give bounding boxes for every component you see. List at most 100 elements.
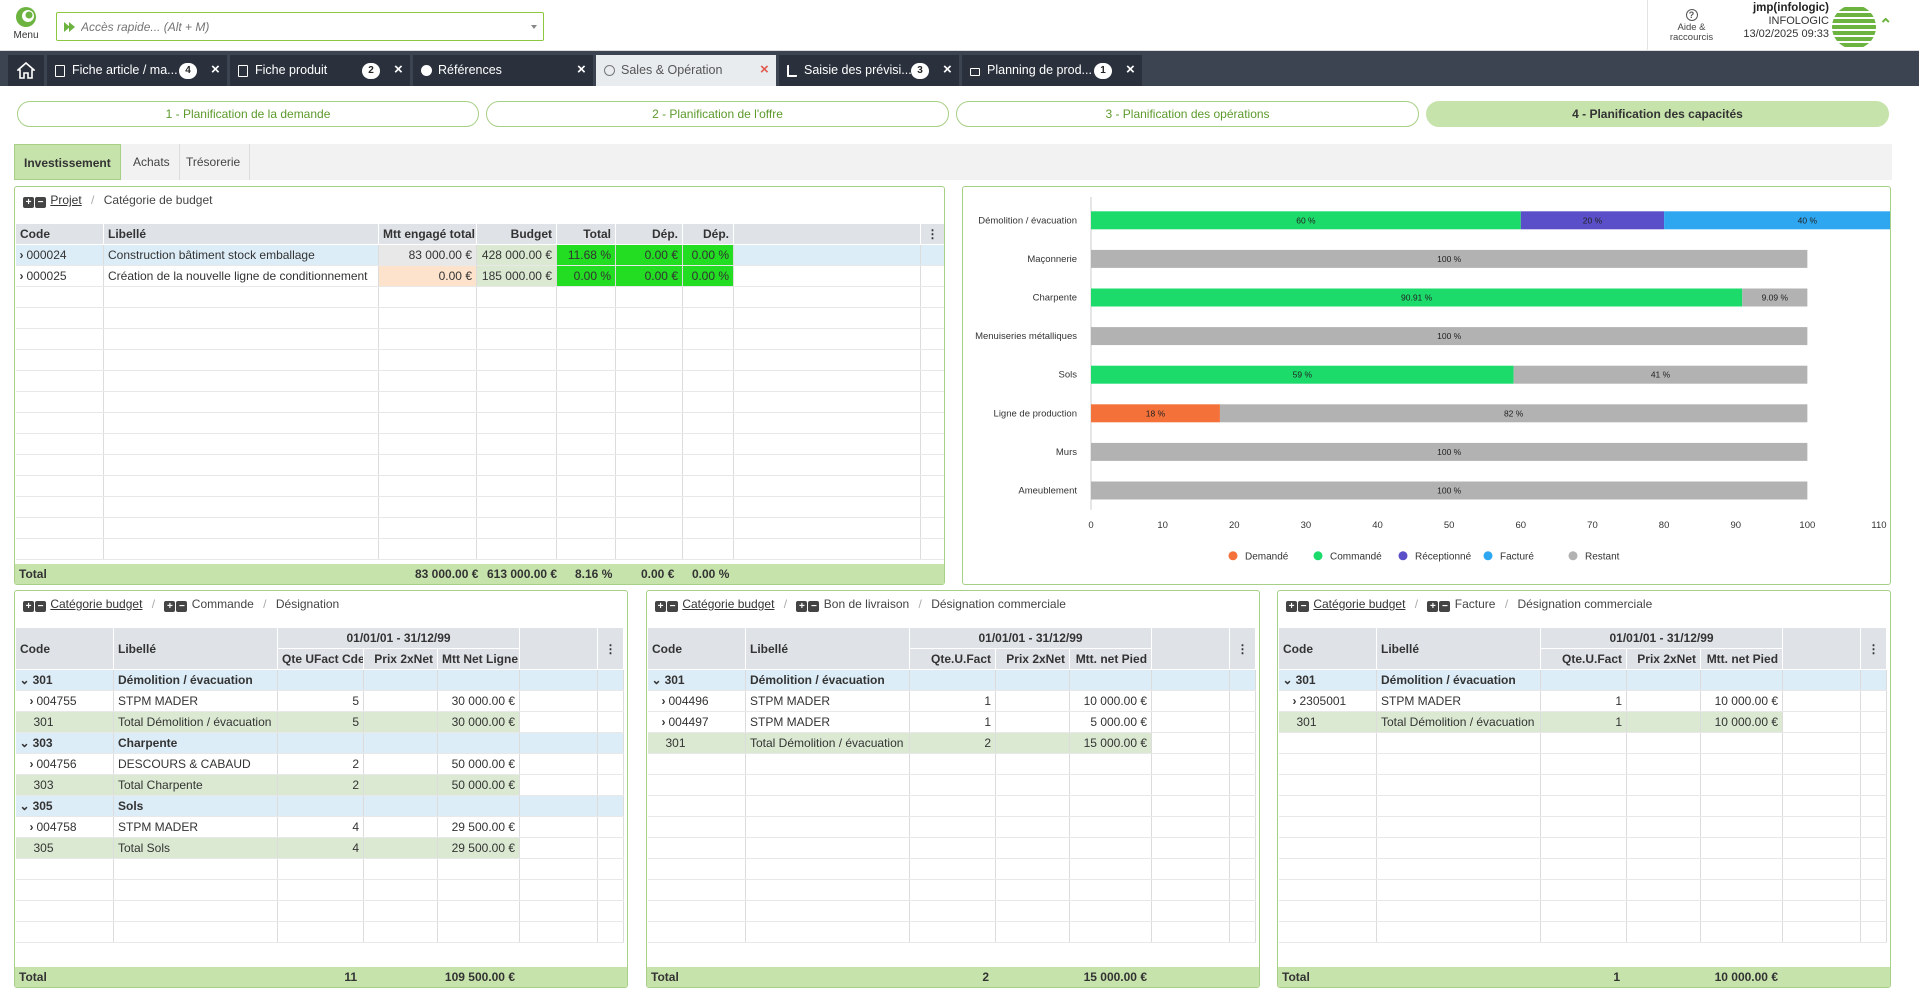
chevron-down-icon[interactable]: ⌄ [652,673,662,687]
col-code[interactable]: Code [15,627,114,670]
table-row[interactable]: › 004756 DESCOURS & CABAUD 2 50 000.00 € [15,753,625,775]
collapse-all-icon[interactable]: − [35,197,46,208]
table-row[interactable]: › 2305001 STPM MADER 1 10 000.00 € [1278,690,1888,712]
group-row[interactable]: ⌄ 301 Démolition / évacuation [1278,669,1888,691]
col-amount[interactable]: Mtt. net Pied [1068,648,1153,670]
chevron-down-icon[interactable]: ⌄ [20,799,30,813]
column-menu-icon[interactable]: ⋮ [1860,627,1888,670]
step-capacity-planning[interactable]: 4 - Planification des capacités [1426,101,1889,127]
expand-all-icon[interactable]: + [655,601,666,612]
col-label[interactable]: Libellé [745,627,910,670]
chevron-right-icon[interactable]: › [20,269,24,283]
crumb-designation[interactable]: Désignation commerciale [1518,597,1653,611]
row-code[interactable]: › 004756 [15,753,114,775]
col-label[interactable]: Libellé [1376,627,1541,670]
crumb-budget-category[interactable]: Catégorie budget [1313,597,1405,611]
col-price[interactable]: Prix 2xNet [363,648,438,670]
menu-button[interactable]: Menu [8,6,44,46]
close-icon[interactable]: × [943,61,952,78]
table-row[interactable]: › 004497 STPM MADER 1 5 000.00 € [647,711,1257,733]
row-code[interactable]: › 2305001 [1278,690,1377,712]
col-label[interactable]: Libellé [103,223,379,245]
tab-references[interactable]: Références × [413,55,593,86]
user-info[interactable]: jmp(infologic) INFOLOGIC 13/02/2025 09:3… [1737,2,1829,41]
chevron-right-icon[interactable]: › [662,694,666,708]
row-code[interactable]: › 000025 [15,265,104,287]
col-code[interactable]: Code [1278,627,1377,670]
col-dep-amount[interactable]: Dép. [615,223,683,245]
close-icon[interactable]: × [394,61,403,78]
step-operations-planning[interactable]: 3 - Planification des opérations [956,101,1419,127]
table-row[interactable]: › 004758 STPM MADER 4 29 500.00 € [15,816,625,838]
chevron-right-icon[interactable]: › [662,715,666,729]
col-price[interactable]: Prix 2xNet [1626,648,1701,670]
col-dep-pct[interactable]: Dép. [682,223,734,245]
quick-access-field[interactable] [56,12,544,41]
home-tab[interactable] [8,55,44,86]
close-icon[interactable]: × [577,61,586,78]
chevron-down-icon[interactable]: ⌄ [1283,673,1293,687]
step-demand-planning[interactable]: 1 - Planification de la demande [17,101,479,127]
tab-fiche-article[interactable]: Fiche article / ma... 4 × [47,55,227,86]
col-total[interactable]: Total [556,223,616,245]
group-code[interactable]: ⌄ 305 [15,795,114,817]
quick-access-input[interactable] [81,17,501,37]
row-code[interactable]: › 004758 [15,816,114,838]
expand-all-icon[interactable]: + [23,601,34,612]
expand-all-icon[interactable]: + [1427,601,1439,612]
group-code[interactable]: ⌄ 301 [1278,669,1377,691]
crumb-budget-category[interactable]: Catégorie budget [682,597,774,611]
crumb-designation[interactable]: Désignation [276,597,339,611]
column-menu-icon[interactable]: ⋮ [920,223,944,245]
close-icon[interactable]: × [1126,61,1135,78]
row-code[interactable]: › 000024 [15,244,104,266]
collapse-all-icon[interactable]: − [667,601,678,612]
subtab-tresorerie[interactable]: Trésorerie [177,144,251,180]
help-shortcuts-button[interactable]: ? Aide & raccourcis [1647,0,1735,51]
chevron-right-icon[interactable]: › [30,757,34,771]
group-row[interactable]: ⌄ 301 Démolition / évacuation [647,669,1257,691]
col-qty[interactable]: Qte.U.Fact [909,648,996,670]
tab-planning-production[interactable]: Planning de prod... 1 × [962,55,1142,86]
crumb-budget-category[interactable]: Catégorie de budget [104,193,213,207]
subtab-achats[interactable]: Achats [124,144,180,180]
expand-all-icon[interactable]: + [23,197,34,208]
chevron-right-icon[interactable]: › [30,694,34,708]
row-code[interactable]: › 004496 [647,690,746,712]
expand-all-icon[interactable]: + [796,601,808,612]
close-icon[interactable]: × [211,61,220,78]
crumb-order[interactable]: Commande [192,597,254,611]
dropdown-caret-icon[interactable] [531,25,537,29]
chevron-right-icon[interactable]: › [1293,694,1297,708]
crumb-invoice[interactable]: Facture [1455,597,1496,611]
group-code[interactable]: ⌄ 303 [15,732,114,754]
collapse-all-icon[interactable]: − [35,601,46,612]
row-code[interactable]: › 004497 [647,711,746,733]
col-qty[interactable]: Qte.U.Fact [1540,648,1627,670]
col-label[interactable]: Libellé [113,627,278,670]
col-qty[interactable]: Qte UFact Cde [277,648,364,670]
col-engaged-total[interactable]: Mtt engagé total [378,223,477,245]
table-row[interactable]: › 004755 STPM MADER 5 30 000.00 € [15,690,625,712]
col-amount[interactable]: Mtt Net Ligne [436,648,521,670]
group-row[interactable]: ⌄ 301 Démolition / évacuation [15,669,625,691]
crumb-project[interactable]: Projet [50,193,81,207]
group-row[interactable]: ⌄ 305 Sols [15,795,625,817]
col-price[interactable]: Prix 2xNet [995,648,1070,670]
subtab-investissement[interactable]: Investissement [14,144,121,180]
chevron-right-icon[interactable]: › [20,248,24,262]
group-code[interactable]: ⌄ 301 [647,669,746,691]
step-supply-planning[interactable]: 2 - Planification de l'offre [486,101,949,127]
collapse-all-icon[interactable]: − [1298,601,1309,612]
group-row[interactable]: ⌄ 303 Charpente [15,732,625,754]
tab-sales-operation[interactable]: Sales & Opération × [596,55,776,86]
column-menu-icon[interactable]: ⋮ [1229,627,1257,670]
column-menu-icon[interactable]: ⋮ [597,627,625,670]
collapse-up-icon[interactable]: ⌃ [1879,15,1892,35]
chevron-down-icon[interactable]: ⌄ [20,736,30,750]
close-icon[interactable]: × [760,61,769,78]
col-code[interactable]: Code [647,627,746,670]
collapse-all-icon[interactable]: − [808,601,820,612]
col-amount[interactable]: Mtt. net Pied [1699,648,1784,670]
row-code[interactable]: › 004755 [15,690,114,712]
